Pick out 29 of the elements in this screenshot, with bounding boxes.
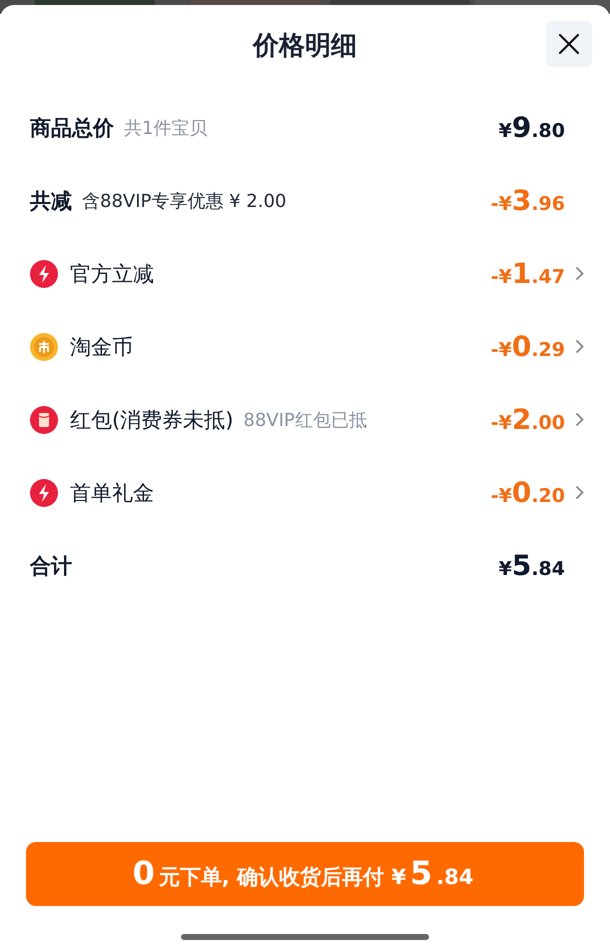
lightning-icon xyxy=(30,260,58,288)
row-label: 首单礼金 xyxy=(70,480,154,506)
price-amount: ¥5.84 xyxy=(498,549,565,582)
envelope-icon xyxy=(30,406,58,434)
sheet-title: 价格明细 xyxy=(253,30,357,62)
chevron-right-icon[interactable] xyxy=(575,266,584,281)
close-icon xyxy=(558,33,580,55)
price-amount: ¥9.80 xyxy=(498,111,565,144)
chevron-right-icon[interactable] xyxy=(575,412,584,427)
close-button[interactable] xyxy=(546,21,592,67)
chevron-right-icon[interactable] xyxy=(575,339,584,354)
row-label: 共减 xyxy=(30,188,72,214)
row-note: 88VIP红包已抵 xyxy=(243,408,367,432)
row-label: 商品总价 xyxy=(30,114,114,142)
row-label: 合计 xyxy=(30,552,72,580)
price-amount: -¥1.47 xyxy=(490,257,565,290)
price-amount: -¥0.20 xyxy=(490,476,565,509)
row-label: 官方立减 xyxy=(70,260,154,288)
price-amount: -¥0.29 xyxy=(490,330,565,363)
row-label: 淘金币 xyxy=(70,334,133,360)
row-note: 共1件宝贝 xyxy=(124,116,208,140)
lightning-icon xyxy=(30,478,58,506)
pay-button[interactable]: 0 元下单, 确认收货后再付 ¥5.84 xyxy=(26,842,584,906)
price-amount: -¥3.96 xyxy=(490,184,565,217)
row-label: 红包(消费券未抵) xyxy=(70,406,234,434)
chevron-right-icon[interactable] xyxy=(575,485,584,500)
row-note: 含88VIP专享优惠 ¥ 2.00 xyxy=(82,190,286,212)
price-amount: -¥2.00 xyxy=(490,403,565,436)
coin-icon xyxy=(30,332,58,360)
